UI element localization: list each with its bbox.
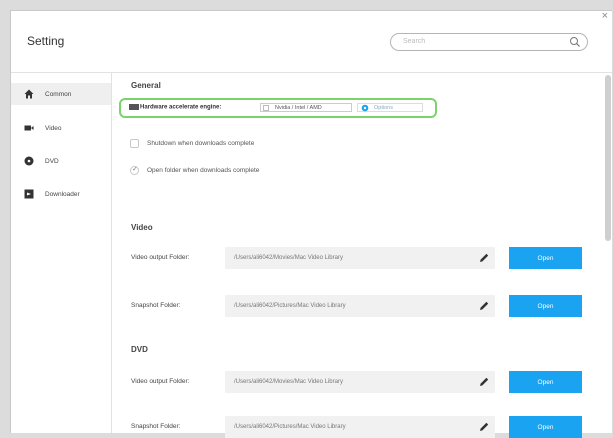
section-title-dvd: DVD [131, 345, 148, 354]
dvd-snapshot-folder-path[interactable]: /Users/ali6042/Pictures/Mac Video Librar… [225, 416, 495, 438]
vertical-scrollbar[interactable] [605, 75, 611, 241]
dvd-video-output-folder-path[interactable]: /Users/ali6042/Movies/Mac Video Library [225, 371, 495, 393]
settings-content: General Hardware accelerate engine: Nvid… [112, 73, 598, 438]
gpu-icon [129, 104, 139, 110]
sidebar-item-downloader[interactable]: Downloader [11, 183, 111, 205]
sidebar-item-label: DVD [45, 157, 59, 165]
dvd-snapshot-folder-row: Snapshot Folder: /Users/ali6042/Pictures… [112, 416, 598, 438]
close-icon[interactable]: × [602, 10, 608, 22]
section-title-general: General [131, 81, 161, 90]
open-button[interactable]: Open [509, 247, 582, 269]
gear-icon [361, 104, 369, 112]
open-folder-checkbox[interactable]: ✓ [130, 166, 139, 175]
snapshot-folder-row: Snapshot Folder: /Users/ali6042/Pictures… [112, 295, 598, 317]
video-output-folder-path[interactable]: /Users/ali6042/Movies/Mac Video Library [225, 247, 495, 269]
open-button[interactable]: Open [509, 416, 582, 438]
sidebar-item-dvd[interactable]: DVD [11, 150, 111, 172]
sidebar-item-common[interactable]: Common [11, 83, 111, 105]
options-button[interactable]: Options [357, 103, 423, 112]
open-folder-label: Open folder when downloads complete [147, 167, 260, 174]
pencil-icon[interactable] [478, 252, 490, 264]
hardware-accelerate-label: Hardware accelerate engine: [129, 104, 221, 111]
home-icon [24, 89, 34, 99]
disc-icon [24, 156, 34, 166]
gpu-option-label: Nvidia / Intel / AMD [275, 105, 322, 111]
sidebar-item-video[interactable]: Video [11, 117, 111, 139]
checkbox[interactable] [263, 105, 269, 111]
hardware-accelerate-row: Hardware accelerate engine: Nvidia / Int… [119, 98, 437, 118]
shutdown-label: Shutdown when downloads complete [147, 140, 255, 147]
section-title-video: Video [131, 223, 153, 232]
snapshot-folder-path[interactable]: /Users/ali6042/Pictures/Mac Video Librar… [225, 295, 495, 317]
dvd-video-output-folder-row: Video output Folder: /Users/ali6042/Movi… [112, 371, 598, 393]
hardware-accelerate-text: Hardware accelerate engine: [140, 104, 222, 111]
sidebar-item-label: Video [45, 124, 62, 132]
settings-window: × Setting Search Common Video DVD Downlo… [10, 10, 612, 438]
video-output-folder-row: Video output Folder: /Users/ali6042/Movi… [112, 247, 598, 269]
open-button[interactable]: Open [509, 371, 582, 393]
search-placeholder: Search [403, 38, 426, 45]
pencil-icon[interactable] [478, 376, 490, 388]
search-icon[interactable] [569, 36, 581, 48]
pencil-icon[interactable] [478, 300, 490, 312]
shutdown-checkbox[interactable] [130, 139, 139, 148]
gpu-option-checkbox[interactable]: Nvidia / Intel / AMD [260, 103, 352, 112]
sidebar: Common Video DVD Downloader [11, 73, 112, 433]
pencil-icon[interactable] [478, 421, 490, 433]
open-button[interactable]: Open [509, 295, 582, 317]
snapshot-folder-label: Snapshot Folder: [131, 302, 181, 309]
window-title: Setting [27, 34, 65, 48]
options-label: Options [374, 105, 393, 111]
dvd-snapshot-folder-label: Snapshot Folder: [131, 423, 181, 430]
video-camera-icon [24, 125, 34, 131]
video-output-folder-label: Video output Folder: [131, 254, 190, 261]
checkmark-icon: ✓ [132, 166, 138, 173]
sidebar-item-label: Common [45, 90, 72, 98]
search-input[interactable]: Search [390, 33, 588, 51]
download-icon [24, 189, 34, 199]
dvd-video-output-folder-label: Video output Folder: [131, 378, 190, 385]
sidebar-item-label: Downloader [45, 190, 80, 198]
